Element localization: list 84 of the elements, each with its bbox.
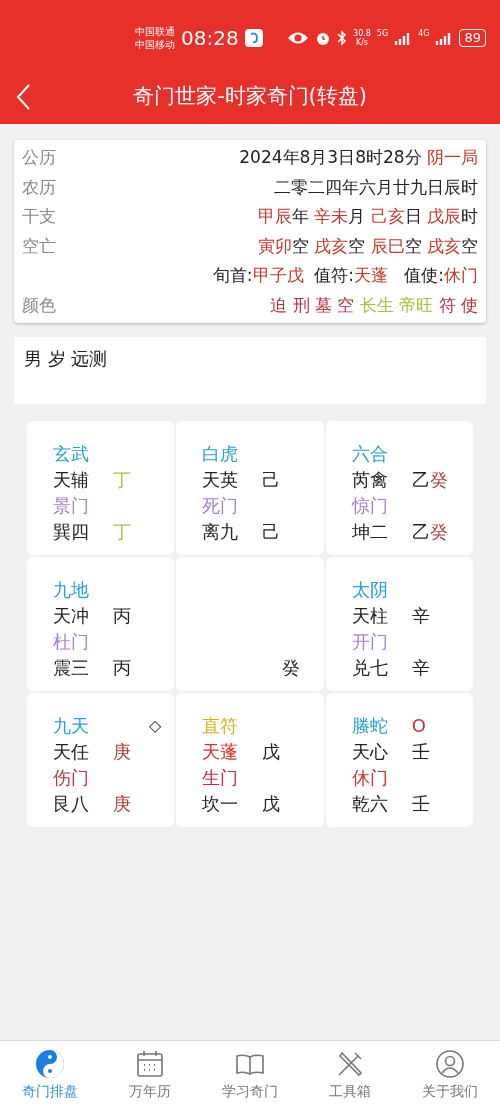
stem-text: 辛 <box>411 604 430 628</box>
stem-text: 丙 <box>113 656 131 680</box>
palace-label: 直符 <box>202 714 240 738</box>
app-icon <box>244 29 263 47</box>
palace-label: 螣蛇 <box>351 714 389 738</box>
row-label: 公历 <box>22 146 56 169</box>
stem-text: 癸 <box>281 656 300 680</box>
row-value: 寅卯空 戌亥空 辰巳空 戌亥空 <box>257 234 478 258</box>
stem-text: 乙癸 <box>411 520 448 544</box>
palace-label: 兑七 <box>351 656 389 680</box>
nav-tab[interactable]: 关于我们 <box>400 1041 500 1111</box>
palace-label: 九天 <box>53 714 90 738</box>
palace-label: 天柱 <box>351 604 389 628</box>
stem-text: 壬 <box>411 792 430 816</box>
remark-text: 男 岁 远测 <box>24 348 108 369</box>
palace-label: 白虎 <box>202 442 240 466</box>
palace-label: 六合 <box>351 442 389 466</box>
yin-yang-icon <box>35 1049 65 1079</box>
palace-label: 天冲 <box>53 604 90 628</box>
palace-label: 坎一 <box>202 792 240 816</box>
stem-text: 戊 <box>262 792 281 816</box>
battery-indicator: 89 <box>459 29 486 47</box>
bluetooth-icon <box>337 30 348 46</box>
nav-tab[interactable]: 万年历 <box>100 1041 200 1111</box>
palace-label: 杜门 <box>53 630 90 654</box>
palace-label: 惊门 <box>351 494 389 518</box>
palace-label: 九地 <box>53 578 90 602</box>
palace-label: 天英 <box>202 468 240 492</box>
nav-tab[interactable]: 工具箱 <box>300 1041 400 1111</box>
alarm-icon <box>315 30 332 46</box>
row-label: 颜色 <box>22 293 56 317</box>
stem-text: 丙 <box>113 604 131 628</box>
row-value: 旬首:甲子戊 值符:天蓬 值使:休门 <box>212 264 478 287</box>
eye-icon <box>287 30 310 46</box>
page-title: 奇门世家-时家奇门(转盘) <box>132 83 368 111</box>
stem-text: 庚 <box>113 740 131 764</box>
palace-label: 震三 <box>53 656 90 680</box>
network-text: 4G <box>418 28 430 40</box>
stem-text: 戊 <box>262 740 281 764</box>
stem-text: 辛 <box>411 656 430 680</box>
palace-label: 天蓬 <box>202 740 240 764</box>
carrier-text: 中国联通 <box>135 25 175 38</box>
palace-label: 天辅 <box>53 468 90 492</box>
stem-text: 己 <box>262 520 281 544</box>
stem-text: 乙癸 <box>411 468 448 492</box>
palace-label: 艮八 <box>53 792 90 816</box>
palace-label: 玄武 <box>53 442 90 466</box>
row-value: 2024年8月3日8时28分 阴一局 <box>239 146 478 169</box>
network-text: 5G <box>376 28 389 40</box>
palace-label: 休门 <box>351 766 389 790</box>
palace-label: 天任 <box>53 740 90 764</box>
speed-text: 30.8 <box>353 29 371 38</box>
stem-text: 丁 <box>113 468 131 492</box>
row-label: 空亡 <box>22 234 56 258</box>
stem-text: 丁 <box>113 520 131 544</box>
palace-label: 生门 <box>202 766 240 790</box>
palace-label: 巽四 <box>53 520 90 544</box>
palace-label: 芮禽 <box>351 468 389 492</box>
stem-text: 壬 <box>411 740 430 764</box>
carrier-text: 中国移动 <box>135 38 175 51</box>
speed-unit: K/s <box>355 38 368 47</box>
palace-label: 太阴 <box>351 578 389 602</box>
nav-tab[interactable]: 奇门排盘 <box>0 1041 100 1111</box>
user-icon <box>435 1049 465 1079</box>
row-value: 迫 刑 墓 空 长生 帝旺 符 使 <box>270 293 478 317</box>
palace-label: 死门 <box>202 494 240 518</box>
palace-label: 乾六 <box>351 792 389 816</box>
calendar-icon <box>135 1049 165 1079</box>
palace-label: 坤二 <box>351 520 389 544</box>
row-label: 农历 <box>22 175 56 199</box>
palace-label: 景门 <box>53 494 90 518</box>
row-value: 甲辰年 辛未月 己亥日 戊辰时 <box>257 205 478 228</box>
clock-text: 08:28 <box>181 25 239 52</box>
stem-text: 庚 <box>113 792 131 816</box>
diamond-mark: ◇ <box>149 715 162 737</box>
palace-label: 开门 <box>351 630 389 654</box>
row-label: 干支 <box>22 205 56 228</box>
row-value: 二零二四年六月廿九日辰时 <box>274 175 478 199</box>
palace-label: 离九 <box>202 520 240 544</box>
palace-label: 伤门 <box>53 766 90 790</box>
stem-text: O <box>411 714 426 738</box>
nav-tab[interactable]: 学习奇门 <box>200 1041 300 1111</box>
palace-label: 天心 <box>351 740 389 764</box>
stem-text: 己 <box>262 468 281 492</box>
